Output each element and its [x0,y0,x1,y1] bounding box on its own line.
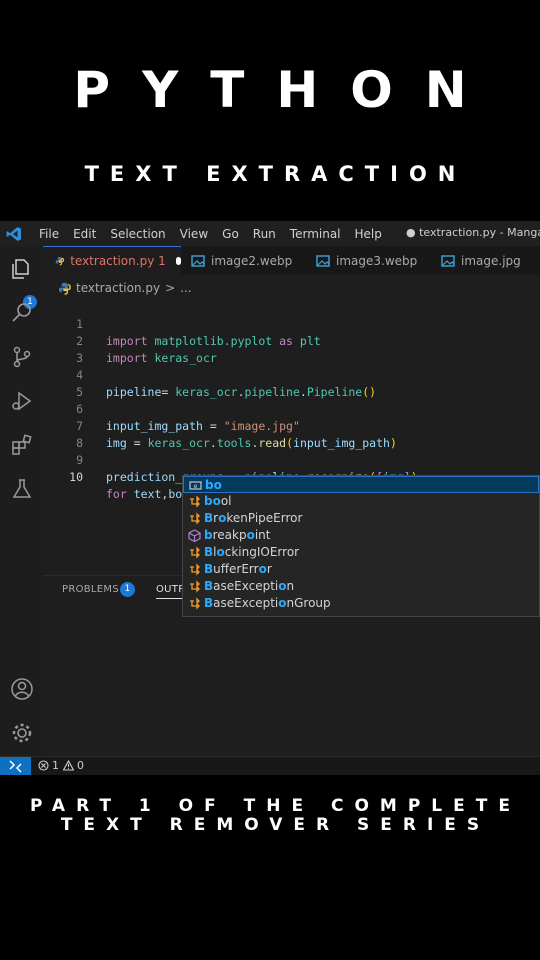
remote-icon [9,760,22,773]
suggestion-item[interactable]: bool [183,493,539,510]
gear-icon[interactable] [10,721,34,745]
code-line[interactable]: 2 import keras_ocr [43,316,540,365]
variable-icon: e [189,481,202,490]
suggestion-item[interactable]: BufferError [183,561,539,578]
svg-text:e: e [194,483,198,490]
warning-icon [63,760,74,771]
autocomplete-dropdown[interactable]: e bo bool BrokenPipeError breakpoint Blo… [182,475,540,617]
account-icon[interactable] [10,677,34,701]
class-icon [190,563,200,576]
code-line[interactable]: 1 import matplotlib.pyplot as plt [43,299,540,348]
class-icon [190,597,200,610]
suggestion-label: BufferError [204,562,272,576]
breadcrumb-separator: > [165,281,176,295]
source-control-icon[interactable] [10,345,34,369]
remote-button[interactable] [0,757,31,775]
menu-run[interactable]: Run [253,227,276,241]
tab-label: image3.webp [336,253,418,268]
tab-textraction[interactable]: textraction.py 1 [43,246,181,275]
tab-label: image.jpg [461,253,521,268]
menu-file[interactable]: File [39,227,59,241]
suggestion-label: bool [204,494,232,508]
code-line[interactable]: 4 pipeline= keras_ocr.pipeline.Pipeline(… [43,350,540,399]
tab-label: image2.webp [211,253,293,268]
problems-status[interactable]: 1 0 [38,759,84,772]
tab-label: textraction.py 1 [70,254,166,268]
code-line[interactable]: 8 [43,418,540,450]
editor-tabs: textraction.py 1 image2.webp image3.webp… [43,246,540,275]
panel-tab-problems[interactable]: PROBLEMS [62,584,119,595]
error-icon [38,760,49,771]
search-icon[interactable] [10,301,34,325]
python-icon [55,257,65,266]
suggestion-label: BaseExceptionGroup [204,596,331,610]
problems-count-badge: 1 [120,582,135,597]
menu-bar: File Edit Selection View Go Run Terminal… [39,221,396,246]
suggestion-label: BrokenPipeError [204,511,303,525]
class-icon [190,512,200,525]
status-bar: 1 0 [0,756,540,775]
tab-image3[interactable]: image3.webp [313,246,436,275]
class-icon [190,580,200,593]
video-title: PYTHON [73,61,499,119]
suggestion-item[interactable]: BaseException [183,578,539,595]
vscode-logo-icon [6,227,21,241]
menu-edit[interactable]: Edit [73,227,96,241]
code-line[interactable]: 5 [43,367,540,399]
testing-icon[interactable] [10,477,34,501]
suggestion-label: breakpoint [204,528,271,542]
suggestion-label: bo [205,478,222,492]
breadcrumb-symbols[interactable]: ... [180,281,191,295]
title-bar: File Edit Selection View Go Run Terminal… [0,221,540,246]
menu-help[interactable]: Help [355,227,382,241]
image-icon [441,254,455,267]
code-line[interactable]: 10 for text,bo [43,452,540,502]
code-text: for text,bo [106,487,184,502]
image-icon [316,254,330,267]
breadcrumb: textraction.py > ... [58,281,192,295]
series-caption-line2: TEXT REMOVER SERIES [60,815,491,835]
suggestion-item[interactable]: BlockingIOError [183,544,539,561]
error-count: 1 [52,759,59,772]
window-title: ● textraction.py - Mangas - [406,226,540,239]
class-icon [190,546,200,559]
image-icon [191,254,205,267]
suggestion-label: BaseException [204,579,295,593]
code-line[interactable]: 3 [43,333,540,365]
series-caption-line1: PART 1 OF THE COMPLETE [30,796,521,816]
tab-image2[interactable]: image2.webp [188,246,311,275]
breadcrumb-file[interactable]: textraction.py [76,281,160,295]
suggestion-item[interactable]: BaseExceptionGroup [183,595,539,612]
code-line[interactable]: 6 input_img_path = "image.jpg" [43,384,540,433]
menu-view[interactable]: View [180,227,208,241]
explorer-icon[interactable] [10,257,34,281]
vscode-window: File Edit Selection View Go Run Terminal… [0,221,540,775]
code-line[interactable]: 7 img = keras_ocr.tools.read(input_img_p… [43,401,540,450]
python-icon [58,282,71,295]
tab-image-jpg[interactable]: image.jpg [438,246,540,275]
menu-selection[interactable]: Selection [110,227,165,241]
class-icon [190,495,200,508]
suggestion-label: BlockingIOError [204,545,300,559]
video-subtitle: TEXT EXTRACTION [84,162,467,186]
menu-terminal[interactable]: Terminal [290,227,341,241]
warning-count: 0 [77,759,84,772]
extensions-icon[interactable] [10,433,34,457]
line-number: 10 [69,470,83,484]
menu-go[interactable]: Go [222,227,239,241]
method-icon [188,529,201,542]
unsaved-dot-icon[interactable] [175,257,181,265]
run-debug-icon[interactable] [10,389,34,413]
code-line[interactable]: 9 prediction_groups = pipeline.recognize… [43,435,540,484]
suggestion-item[interactable]: e bo [183,476,539,493]
suggestion-item[interactable]: breakpoint [183,527,539,544]
suggestion-item[interactable]: BrokenPipeError [183,510,539,527]
activity-bar: 1 [0,246,43,760]
